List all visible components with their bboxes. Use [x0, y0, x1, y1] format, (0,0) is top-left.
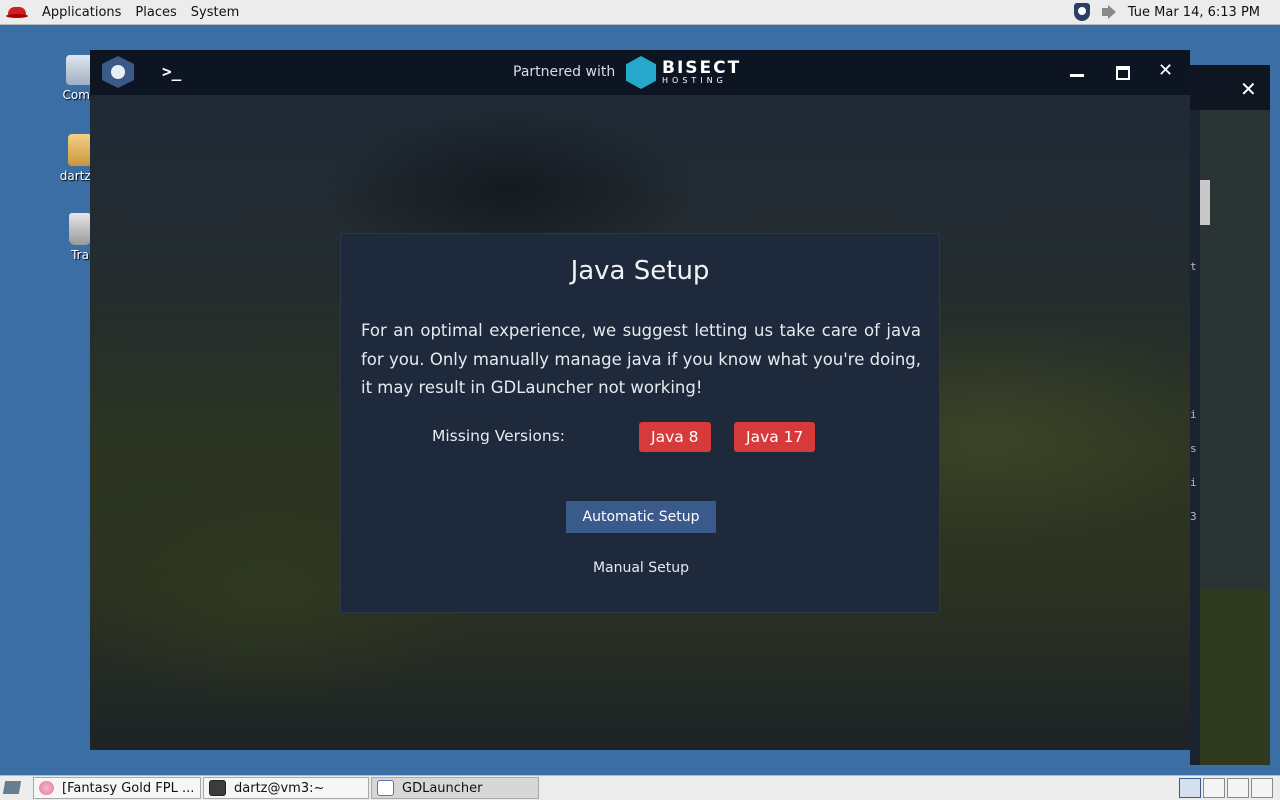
terminal-text: s	[1190, 442, 1197, 455]
task-label: dartz@vm3:~	[234, 780, 325, 796]
maximize-icon[interactable]	[1116, 66, 1130, 80]
menu-system[interactable]: System	[191, 5, 239, 20]
window-icon	[377, 780, 394, 796]
missing-version-badge: Java 17	[734, 422, 816, 452]
trash-icon	[69, 213, 91, 245]
terminal-icon	[209, 780, 226, 796]
dialog-description: For an optimal experience, we suggest le…	[361, 321, 921, 397]
partner-text: Partnered with	[513, 64, 616, 80]
automatic-setup-button[interactable]: Automatic Setup	[566, 501, 716, 533]
background-window-titlebar[interactable]: ✕	[1190, 65, 1270, 110]
background-window[interactable]: ✕ t i s i 3	[1190, 65, 1270, 765]
bisect-brand: BISECT	[662, 58, 742, 78]
menu-applications[interactable]: Applications	[42, 5, 121, 20]
browser-icon	[39, 781, 54, 795]
close-icon[interactable]: ✕	[1158, 60, 1173, 81]
bisect-hosting-logo[interactable]: BISECT HOSTING	[626, 56, 741, 89]
gdlauncher-logo-icon[interactable]	[102, 56, 134, 88]
terminal-icon[interactable]: >_	[162, 62, 181, 81]
desktop-icon-label: Tra	[71, 248, 89, 262]
bisect-brand-sub: HOSTING	[662, 76, 727, 85]
workspace-3[interactable]	[1227, 778, 1249, 798]
task-button-terminal[interactable]: dartz@vm3:~	[203, 777, 369, 799]
shield-tray-icon[interactable]	[1073, 3, 1090, 21]
redhat-icon[interactable]	[6, 5, 28, 19]
task-label: GDLauncher	[402, 780, 483, 796]
clock[interactable]: Tue Mar 14, 6:13 PM	[1128, 5, 1260, 20]
task-button-browser[interactable]: [Fantasy Gold FPL ...	[33, 777, 201, 799]
show-desktop-icon[interactable]	[2, 779, 24, 797]
task-button-gdlauncher[interactable]: GDLauncher	[371, 777, 539, 799]
task-label: [Fantasy Gold FPL ...	[62, 780, 195, 796]
minimize-icon[interactable]	[1070, 74, 1084, 77]
speaker-tray-icon[interactable]	[1100, 4, 1118, 20]
java-setup-dialog: Java Setup For an optimal experience, we…	[340, 233, 940, 613]
missing-version-badge: Java 8	[639, 422, 711, 452]
bisect-logo-icon	[626, 56, 656, 89]
scrollbar-thumb[interactable]	[1200, 180, 1210, 225]
terminal-text: 3	[1190, 510, 1197, 523]
workspace-1[interactable]	[1179, 778, 1201, 798]
top-panel: Applications Places System Tue Mar 14, 6…	[0, 0, 1280, 25]
manual-setup-button[interactable]: Manual Setup	[566, 553, 716, 583]
bottom-taskbar: [Fantasy Gold FPL ... dartz@vm3:~ GDLaun…	[0, 775, 1280, 800]
gdlauncher-window: >_ Partnered with BISECT HOSTING ✕ Java …	[90, 50, 1190, 750]
menu-places[interactable]: Places	[135, 5, 176, 20]
terminal-text: i	[1190, 408, 1197, 421]
background-scene	[1200, 590, 1270, 765]
workspace-4[interactable]	[1251, 778, 1273, 798]
terminal-text: t	[1190, 260, 1197, 273]
home-folder-icon	[68, 134, 92, 166]
workspace-2[interactable]	[1203, 778, 1225, 798]
terminal-text: i	[1190, 476, 1197, 489]
app-titlebar[interactable]: >_ Partnered with BISECT HOSTING ✕	[90, 50, 1190, 95]
terminal-pane: t	[1190, 110, 1270, 590]
close-icon[interactable]: ✕	[1240, 77, 1257, 101]
dialog-title: Java Setup	[570, 256, 710, 286]
missing-versions-label: Missing Versions:	[432, 427, 566, 445]
